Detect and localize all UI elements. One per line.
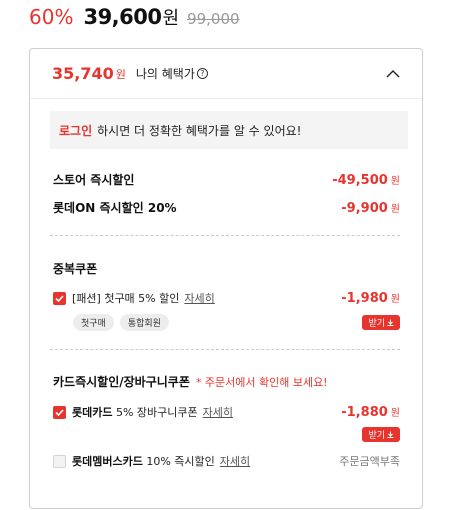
card-coupon-label: 롯데멤버스카드 10% 즉시할인 (72, 455, 215, 468)
card-checkbox-unchecked[interactable] (53, 454, 66, 468)
login-link[interactable]: 로그인 (59, 122, 92, 139)
login-message: 하시면 더 정확한 혜택가를 알 수 있어요! (97, 123, 302, 138)
benefit-header[interactable]: 35,740 원 나의 혜택가 ? (30, 49, 422, 99)
discount-amount: -49,500 원 (332, 172, 400, 188)
tag-first-purchase: 첫구매 (73, 314, 114, 331)
benefit-panel: 35,740 원 나의 혜택가 ? 로그인 하시면 더 정확한 혜택가를 알 수… (29, 48, 423, 509)
original-price: 99,000 (187, 10, 240, 28)
benefit-total-price: 35,740 (52, 64, 114, 83)
check-icon (55, 294, 64, 302)
coupon-detail-link[interactable]: 자세히 (184, 290, 214, 306)
collapse-button[interactable] (382, 63, 404, 85)
discount-row-store: 스토어 즉시할인 -49,500 원 (53, 171, 400, 188)
benefit-total-currency: 원 (115, 67, 126, 81)
duplicate-coupon-title: 중복쿠폰 (53, 262, 98, 276)
sale-price: 39,600 (83, 5, 162, 29)
section-divider (50, 349, 400, 350)
download-icon (387, 319, 394, 326)
tag-integrated-member: 통합회원 (119, 314, 169, 331)
insufficient-amount-status: 주문금액부족 (339, 455, 400, 468)
discount-amount: -9,900 원 (341, 200, 400, 216)
coupon-amount: -1,980 원 (341, 291, 400, 306)
card-coupon-row-lottemembers: 롯데멤버스카드 10% 즉시할인 자세히 주문금액부족 (53, 453, 400, 469)
discount-row-lotteon: 롯데ON 즉시할인 20% -9,900 원 (53, 199, 400, 216)
card-coupon-download-button[interactable]: 받기 (362, 427, 400, 442)
help-icon[interactable]: ? (196, 68, 208, 79)
card-section-title: 카드즉시할인/장바구니쿠폰 * 주문서에서 확인해 보세요! (53, 375, 328, 389)
chevron-up-icon (386, 69, 400, 77)
benefit-title: 나의 혜택가 (135, 67, 195, 81)
card-checkbox[interactable] (53, 405, 66, 419)
discount-rate: 60% (29, 5, 74, 29)
card-coupon-row-lottecard: 롯데카드 5% 장바구니쿠폰 자세히 -1,880 원 (53, 404, 400, 420)
login-notice: 로그인 하시면 더 정확한 혜택가를 알 수 있어요! (50, 111, 408, 149)
coupon-checkbox[interactable] (53, 291, 66, 305)
section-divider (50, 235, 400, 236)
coupon-download-button[interactable]: 받기 (362, 315, 400, 330)
coupon-label: [패션] 첫구매 5% 할인 (72, 292, 180, 305)
card-detail-link[interactable]: 자세히 (220, 453, 250, 469)
coupon-tags: 첫구매 통합회원 (73, 314, 169, 331)
coupon-row-first-purchase: [패션] 첫구매 5% 할인 자세히 -1,980 원 (53, 290, 400, 306)
check-icon (55, 408, 64, 416)
discount-label: 스토어 즉시할인 (53, 173, 135, 187)
card-detail-link[interactable]: 자세히 (203, 404, 233, 420)
card-section-note: * 주문서에서 확인해 보세요! (195, 376, 328, 389)
download-icon (387, 431, 394, 438)
card-coupon-label: 롯데카드 5% 장바구니쿠폰 (72, 406, 198, 419)
sale-price-currency: 원 (162, 8, 180, 29)
price-summary: 60% 39,600 원 99,000 (29, 4, 240, 32)
card-coupon-amount: -1,880 원 (341, 405, 400, 420)
discount-label: 롯데ON 즉시할인 20% (53, 201, 177, 215)
